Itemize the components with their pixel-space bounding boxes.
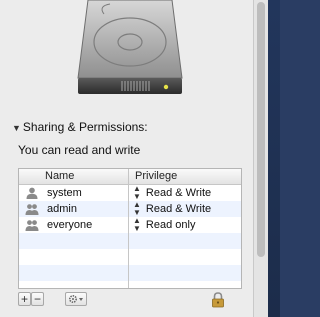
- scrollbar-thumb[interactable]: [257, 2, 265, 257]
- group-icon: [25, 220, 39, 231]
- lock-icon[interactable]: [211, 292, 225, 308]
- empty-row: [19, 249, 241, 265]
- table-row[interactable]: system ▲ ▼ Read & Write: [19, 185, 241, 201]
- group-icon: [25, 204, 39, 215]
- privilege-cell[interactable]: ▲ ▼ Read & Write: [129, 201, 241, 217]
- empty-row: [19, 281, 241, 288]
- permission-summary: You can read and write: [18, 143, 141, 157]
- name-cell: everyone: [19, 217, 129, 233]
- sharing-permissions-header[interactable]: ▼ Sharing & Permissions:: [12, 120, 148, 134]
- updown-arrows-icon: ▲ ▼: [133, 200, 141, 217]
- add-button[interactable]: +: [18, 292, 31, 306]
- name-cell: admin: [19, 201, 129, 217]
- vertical-scrollbar[interactable]: [253, 0, 268, 317]
- info-panel: ▼ Sharing & Permissions: You can read and…: [0, 0, 254, 317]
- privilege-cell[interactable]: ▲ ▼ Read only: [129, 217, 241, 233]
- column-header-name[interactable]: Name: [19, 169, 129, 184]
- table-header: Name Privilege: [19, 169, 241, 185]
- user-name: admin: [47, 203, 77, 215]
- privilege-value: Read & Write: [145, 187, 212, 199]
- section-title-text: Sharing & Permissions:: [22, 120, 148, 134]
- disclosure-triangle-icon[interactable]: ▼: [12, 123, 21, 133]
- user-name: system: [47, 187, 82, 199]
- action-menu-button[interactable]: [65, 292, 87, 306]
- updown-arrows-icon: ▲ ▼: [133, 216, 141, 233]
- single-user-icon: [26, 187, 38, 199]
- name-cell: system: [19, 185, 129, 201]
- privilege-value: Read only: [145, 219, 196, 231]
- hard-disk-icon: [77, 0, 183, 94]
- permissions-table: Name Privilege system ▲ ▼ Read & Write a…: [18, 168, 242, 289]
- privilege-cell[interactable]: ▲ ▼ Read & Write: [129, 185, 241, 201]
- table-row[interactable]: admin ▲ ▼ Read & Write: [19, 201, 241, 217]
- empty-row: [19, 233, 241, 249]
- remove-button[interactable]: −: [31, 292, 44, 306]
- privilege-value: Read & Write: [145, 203, 212, 215]
- gear-icon: [68, 294, 83, 304]
- empty-row: [19, 265, 241, 281]
- user-name: everyone: [47, 219, 93, 231]
- column-header-privilege[interactable]: Privilege: [129, 169, 241, 184]
- table-row[interactable]: everyone ▲ ▼ Read only: [19, 217, 241, 233]
- updown-arrows-icon: ▲ ▼: [133, 184, 141, 201]
